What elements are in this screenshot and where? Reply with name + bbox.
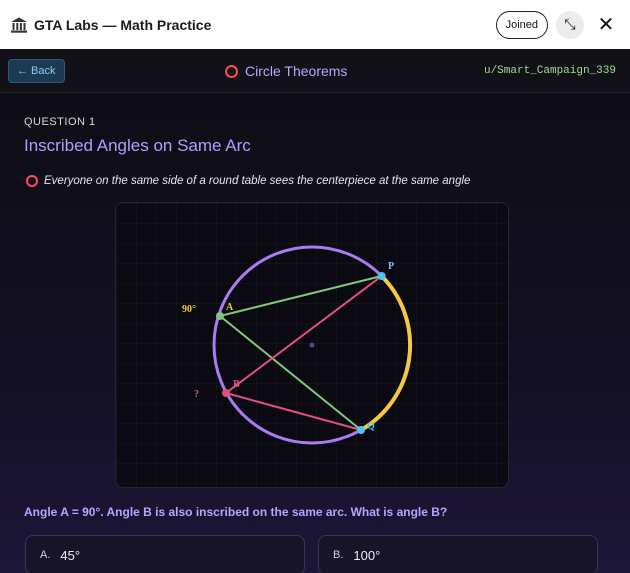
hint: Everyone on the same side of a round tab…	[26, 175, 470, 187]
circle-center	[309, 342, 315, 348]
app-title: GTA Labs — Math Practice	[34, 16, 212, 33]
hint-text: Everyone on the same side of a round tab…	[44, 175, 471, 187]
angle-b-value: ?	[194, 389, 199, 400]
joined-button[interactable]: Joined	[495, 10, 548, 39]
point-p	[377, 272, 386, 280]
hint-circle-icon	[26, 175, 38, 187]
answer-option-b[interactable]: B. 100°	[318, 535, 598, 573]
option-letter: A.	[40, 549, 51, 561]
point-b	[222, 389, 230, 397]
answer-option-a[interactable]: A. 45°	[25, 535, 305, 573]
circle-diagram: P Q A B 90° ?	[115, 202, 509, 488]
question-title: Inscribed Angles on Same Arc	[24, 136, 251, 155]
building-icon	[11, 17, 27, 33]
back-button[interactable]: ← Back	[8, 58, 65, 83]
question-number: QUESTION 1	[24, 116, 96, 128]
angle-a-value: 90°	[182, 304, 196, 315]
username[interactable]: u/Smart_Campaign_339	[484, 49, 616, 93]
question-prompt: Angle A = 90°. Angle B is also inscribed…	[24, 505, 448, 519]
expand-icon[interactable]: ⤡	[556, 10, 584, 39]
close-icon[interactable]: ✕	[592, 11, 620, 39]
diagram-svg: P Q A B 90° ?	[116, 203, 508, 487]
option-value: 45°	[60, 547, 81, 563]
point-q	[357, 426, 365, 434]
navigation-bar: ← Back Circle Theorems u/Smart_Campaign_…	[0, 49, 630, 93]
option-letter: B.	[333, 549, 344, 561]
label-a: A	[226, 302, 234, 313]
label-q: Q	[367, 421, 375, 432]
label-p: P	[388, 261, 394, 272]
point-a	[216, 312, 224, 320]
question-panel: QUESTION 1 Inscribed Angles on Same Arc …	[0, 94, 630, 573]
topic-title: Circle Theorems	[225, 49, 347, 93]
label-b: B	[233, 379, 240, 390]
topic-label: Circle Theorems	[245, 63, 348, 79]
option-value: 100°	[353, 547, 381, 563]
topic-circle-icon	[225, 64, 238, 78]
app-header: GTA Labs — Math Practice Joined ⤡ ✕	[0, 0, 630, 49]
